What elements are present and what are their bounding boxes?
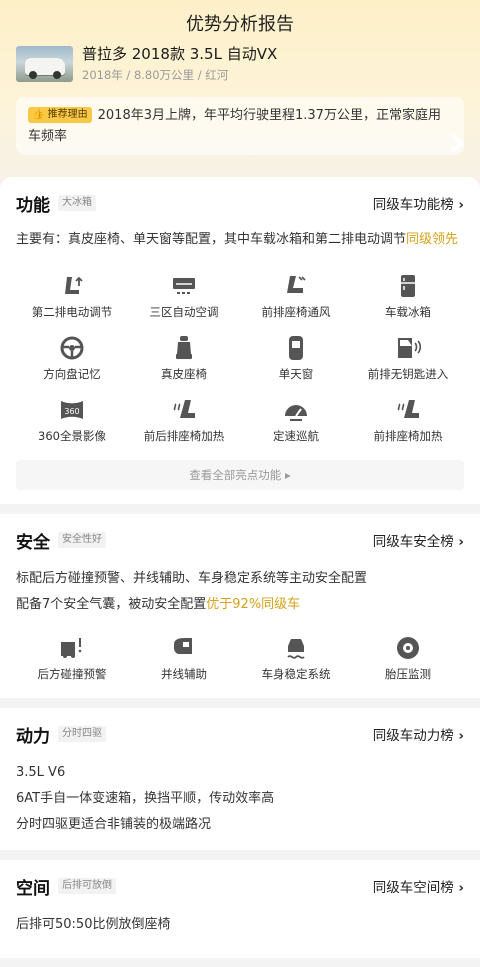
recommend-reason: 👍 推荐理由 2018年3月上牌，年平均行驶里程1.37万公里，正常家庭用车频率 … [16,97,464,155]
function-description: 主要有：真皮座椅、单天窗等配置，其中车载冰箱和第二排电动调节同级领先 [16,232,459,247]
safety-highlight: 优于92%同级车 [206,597,301,612]
safety-line-2: 配备7个安全气囊，被动安全配置优于92%同级车 [16,597,301,612]
power-rank-link[interactable]: 同级车动力榜 [373,724,464,744]
feature-item[interactable]: 360 360全景影像 [16,396,128,448]
fridge-icon [401,275,415,297]
power-line: 6AT手自一体变速箱，换挡平顺，传动效率高 [16,791,275,806]
function-tag: 大冰箱 [58,195,96,211]
lane-assist-icon [174,638,192,654]
safety-line-1: 标配后方碰撞预警、并线辅助、车身稳定系统等主动安全配置 [16,571,368,586]
space-title: 空间 [16,878,50,899]
car-thumbnail [16,45,73,82]
feature-item[interactable]: 胎压监测 [352,634,464,686]
tire-pressure-icon [397,637,419,659]
feature-item[interactable]: 真皮座椅 [128,334,240,386]
car-summary[interactable]: 普拉多 2018款 3.5L 自动VX 2018年 / 8.80万公里 / 红河 [0,44,480,83]
safety-section: 安全 安全性好 同级车安全榜 标配后方碰撞预警、并线辅助、车身稳定系统等主动安全… [0,514,480,698]
leather-seat-icon [176,336,192,359]
feature-item[interactable]: 第二排电动调节 [16,272,128,324]
space-line: 后排可50:50比例放倒座椅 [16,917,171,932]
view-all-features-button[interactable]: 查看全部亮点功能 ▸ [16,460,464,490]
feature-item[interactable]: 单天窗 [240,334,352,386]
feature-item[interactable]: 前排座椅加热 [352,396,464,448]
page-title: 优势分析报告 [186,14,294,35]
cruise-icon [285,405,307,421]
seat-heat-icon [173,400,195,418]
power-title: 动力 [16,726,50,747]
feature-item[interactable]: 方向盘记忆 [16,334,128,386]
car-meta: 2018年 / 8.80万公里 / 红河 [82,68,229,82]
power-line: 3.5L V6 [16,765,66,780]
feature-item[interactable]: 前排座椅通风 [240,272,352,324]
svg-text:360: 360 [64,407,79,416]
function-title: 功能 [16,195,50,216]
feature-grid: 第二排电动调节 三区自动空调 前排座椅通风 车载冰箱 方向盘记忆 真皮座椅 单天… [16,272,464,448]
front-seat-heat-icon [397,400,419,418]
recommend-reason-tag: 👍 推荐理由 [28,107,92,123]
function-rank-link[interactable]: 同级车功能榜 [373,193,464,213]
power-line: 分时四驱更适合非铺装的极端路况 [16,817,212,832]
steering-wheel-icon [60,336,84,360]
sunroof-icon [289,336,303,360]
car-name: 普拉多 2018款 3.5L 自动VX [82,45,278,63]
seat-vent-icon [287,276,306,293]
keyless-entry-icon [398,338,422,358]
header-area: 优势分析报告 普拉多 2018款 3.5L 自动VX 2018年 / 8.80万… [0,0,480,190]
feature-item[interactable]: 定速巡航 [240,396,352,448]
safety-feature-grid: 后方碰撞预警 并线辅助 车身稳定系统 胎压监测 [16,634,464,686]
feature-item[interactable]: 车载冰箱 [352,272,464,324]
safety-tag: 安全性好 [58,532,106,548]
feature-item[interactable]: 后方碰撞预警 [16,634,128,686]
function-section: 功能 大冰箱 同级车功能榜 主要有：真皮座椅、单天窗等配置，其中车载冰箱和第二排… [0,177,480,504]
safety-title: 安全 [16,532,50,553]
space-section: 空间 后排可放倒 同级车空间榜 后排可50:50比例放倒座椅 [0,860,480,958]
space-tag: 后排可放倒 [58,878,116,894]
rear-warning-icon [61,638,82,658]
space-rank-link[interactable]: 同级车空间榜 [373,876,464,896]
feature-item[interactable]: 三区自动空调 [128,272,240,324]
triangle-right-icon: ▸ [284,468,291,482]
feature-item[interactable]: 前后排座椅加热 [128,396,240,448]
feature-item[interactable]: 车身稳定系统 [240,634,352,686]
power-tag: 分时四驱 [58,726,106,742]
stability-icon [287,639,305,659]
power-section: 动力 分时四驱 同级车动力榜 3.5L V6 6AT手自一体变速箱，换挡平顺，传… [0,708,480,850]
safety-rank-link[interactable]: 同级车安全榜 [373,530,464,550]
ac-icon [173,278,195,294]
function-highlight: 同级领先 [406,232,459,247]
seat-adjust-icon [65,276,83,294]
feature-item[interactable]: 并线辅助 [128,634,240,686]
camera-360-icon: 360 [61,401,83,419]
feature-item[interactable]: 前排无钥匙进入 [352,334,464,386]
